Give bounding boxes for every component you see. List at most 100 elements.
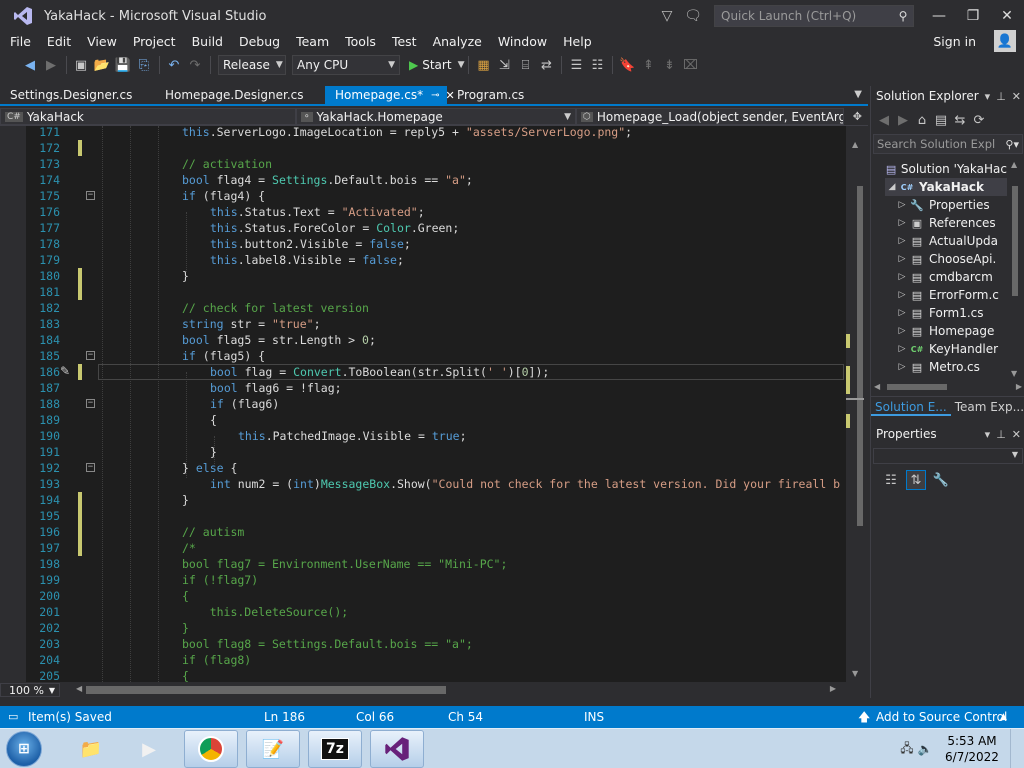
member-dropdown[interactable]: ⬡ Homepage_Load(object sender, EventArgs…: [576, 108, 844, 125]
comment-icon[interactable]: ☰: [566, 55, 586, 75]
account-avatar-icon[interactable]: 👤: [994, 30, 1016, 52]
refresh-icon[interactable]: ⟳: [970, 110, 988, 130]
code-line[interactable]: 196 // autism: [26, 524, 846, 540]
menu-analyze[interactable]: Analyze: [425, 32, 490, 52]
redo-icon[interactable]: ↷: [185, 55, 205, 75]
scroll-left-icon[interactable]: ◀: [874, 382, 880, 391]
expand-arrow-icon[interactable]: ▷: [895, 326, 909, 336]
code-line[interactable]: 176 this.Status.Text = "Activated";: [26, 204, 846, 220]
navigate-back-icon[interactable]: ◀: [20, 55, 40, 75]
pin-icon[interactable]: ⊸: [431, 90, 439, 101]
solution-tree-scrollbar[interactable]: ▲ ▼: [1007, 160, 1023, 378]
code-line[interactable]: 203 bool flag8 = Settings.Default.bois ==…: [26, 636, 846, 652]
solution-platform-dropdown[interactable]: Any CPU ▼: [292, 55, 400, 75]
menu-team[interactable]: Team: [288, 32, 337, 52]
expand-arrow-icon[interactable]: ▷: [895, 200, 909, 210]
back-icon[interactable]: ◀: [875, 110, 893, 130]
volume-icon[interactable]: 🔈: [916, 742, 934, 756]
solution-tree-item[interactable]: ▷ ▤ ErrorForm.c: [895, 286, 1007, 304]
menu-project[interactable]: Project: [125, 32, 184, 52]
menu-window[interactable]: Window: [490, 32, 555, 52]
code-line[interactable]: 204 if (flag8): [26, 652, 846, 668]
expand-arrow-icon[interactable]: ▷: [895, 272, 909, 282]
menu-test[interactable]: Test: [384, 32, 425, 52]
code-line[interactable]: 174 bool flag4 = Settings.Default.bois ==…: [26, 172, 846, 188]
switch-views-icon[interactable]: ▤: [932, 110, 950, 130]
pin-icon[interactable]: ⊥: [996, 90, 1006, 103]
collapse-icon[interactable]: −: [86, 463, 95, 472]
step-icon[interactable]: ⇲: [494, 55, 514, 75]
solution-tree-item[interactable]: ▷ ▤ ChooseApi.: [895, 250, 1007, 268]
split-editor-icon[interactable]: ✥: [853, 110, 862, 123]
navigate-icon[interactable]: ⇄: [536, 55, 556, 75]
undo-icon[interactable]: ↶: [164, 55, 184, 75]
menu-help[interactable]: Help: [555, 32, 600, 52]
expand-arrow-icon[interactable]: ▷: [895, 344, 909, 354]
horizontal-scroll-thumb[interactable]: [887, 384, 947, 390]
menu-view[interactable]: View: [79, 32, 125, 52]
code-line[interactable]: 188 − if (flag6): [26, 396, 846, 412]
solution-tree-item[interactable]: ▷ ▤ Form1.cs: [895, 304, 1007, 322]
window-position-icon[interactable]: ▾: [985, 428, 991, 441]
notepad-plus-plus-taskbar-icon[interactable]: 📝: [246, 730, 300, 768]
horizontal-scroll-thumb[interactable]: [86, 686, 446, 694]
collapse-icon[interactable]: −: [86, 351, 95, 360]
code-line[interactable]: 175 − if (flag4) {: [26, 188, 846, 204]
start-button[interactable]: ▶ Start ▼: [409, 58, 464, 72]
collapse-icon[interactable]: −: [86, 191, 95, 200]
code-editor[interactable]: ✎ 171 this.ServerLogo.ImageLocation = rep…: [26, 126, 846, 682]
code-line[interactable]: 183 string str = "true";: [26, 316, 846, 332]
navigate-forward-icon[interactable]: ▶: [41, 55, 61, 75]
solution-tree-item[interactable]: ▷ C# KeyHandler: [895, 340, 1007, 358]
expand-arrow-icon[interactable]: ▷: [895, 290, 909, 300]
code-line[interactable]: 195: [26, 508, 846, 524]
solution-tree-item[interactable]: ▤ Solution 'YakaHac: [875, 160, 1007, 178]
minimize-button[interactable]: —: [922, 0, 956, 32]
code-line[interactable]: 178 this.button2.Visible = false;: [26, 236, 846, 252]
solution-tree-item[interactable]: ◢ C# YakaHack: [885, 178, 1007, 196]
tab-settings-designer[interactable]: Settings.Designer.cs: [0, 86, 155, 104]
open-file-icon[interactable]: 📂: [92, 55, 112, 75]
scroll-down-icon[interactable]: ▼: [1011, 369, 1017, 378]
expand-arrow-icon[interactable]: ▷: [895, 362, 909, 372]
scroll-thumb[interactable]: [1012, 186, 1018, 296]
menu-build[interactable]: Build: [184, 32, 231, 52]
save-all-icon[interactable]: ⎘: [134, 55, 154, 75]
close-icon[interactable]: ✕: [1012, 90, 1021, 103]
expand-arrow-icon[interactable]: ◢: [885, 182, 899, 192]
solution-tree-item[interactable]: ▷ ▤ cmdbarcm: [895, 268, 1007, 286]
add-to-source-control-button[interactable]: Add to Source Control: [876, 706, 1007, 728]
close-icon[interactable]: ✕: [1012, 428, 1021, 441]
windows-start-button[interactable]: ⊞: [6, 731, 42, 767]
solution-configuration-dropdown[interactable]: Release ▼: [218, 55, 286, 75]
file-explorer-taskbar-icon[interactable]: 📁: [64, 730, 118, 768]
editor-vertical-scrollbar[interactable]: ▲ ▼: [846, 126, 868, 682]
previous-bookmark-icon[interactable]: ⇞: [638, 55, 658, 75]
code-line[interactable]: 172: [26, 140, 846, 156]
code-line[interactable]: 192 −} else {: [26, 460, 846, 476]
solution-tree-item[interactable]: ▷ ▤ Homepage: [895, 322, 1007, 340]
expand-arrow-icon[interactable]: ▷: [895, 236, 909, 246]
expand-arrow-icon[interactable]: ▷: [895, 218, 909, 228]
collapse-icon[interactable]: −: [86, 399, 95, 408]
menu-file[interactable]: File: [0, 32, 39, 52]
solution-tree-horizontal-scrollbar[interactable]: ◀ ▶: [871, 380, 1024, 394]
scroll-up-icon[interactable]: ▲: [852, 140, 858, 149]
properties-object-dropdown[interactable]: ▼: [873, 448, 1023, 464]
code-line[interactable]: 205 {: [26, 668, 846, 682]
sign-in-link[interactable]: Sign in: [933, 32, 976, 52]
scroll-up-icon[interactable]: ▲: [1011, 160, 1017, 169]
code-line[interactable]: 173 // activation: [26, 156, 846, 172]
tab-team-explorer[interactable]: Team Exp...: [951, 397, 1024, 416]
restore-button[interactable]: ❐: [956, 0, 990, 32]
tab-solution-explorer[interactable]: Solution E...: [871, 397, 951, 416]
code-line[interactable]: 190 this.PatchedImage.Visible = true;: [26, 428, 846, 444]
horizontal-scroll-track[interactable]: ◀ ▶: [76, 684, 836, 694]
class-dropdown[interactable]: ⚬ YakaHack.Homepage ▼: [296, 108, 576, 125]
code-line[interactable]: 197 /*: [26, 540, 846, 556]
code-line[interactable]: 184 bool flag5 = str.Length > 0;: [26, 332, 846, 348]
code-line[interactable]: 181: [26, 284, 846, 300]
home-icon[interactable]: ⌂: [913, 110, 931, 130]
menu-edit[interactable]: Edit: [39, 32, 79, 52]
bookmark-icon[interactable]: 🔖: [617, 55, 637, 75]
